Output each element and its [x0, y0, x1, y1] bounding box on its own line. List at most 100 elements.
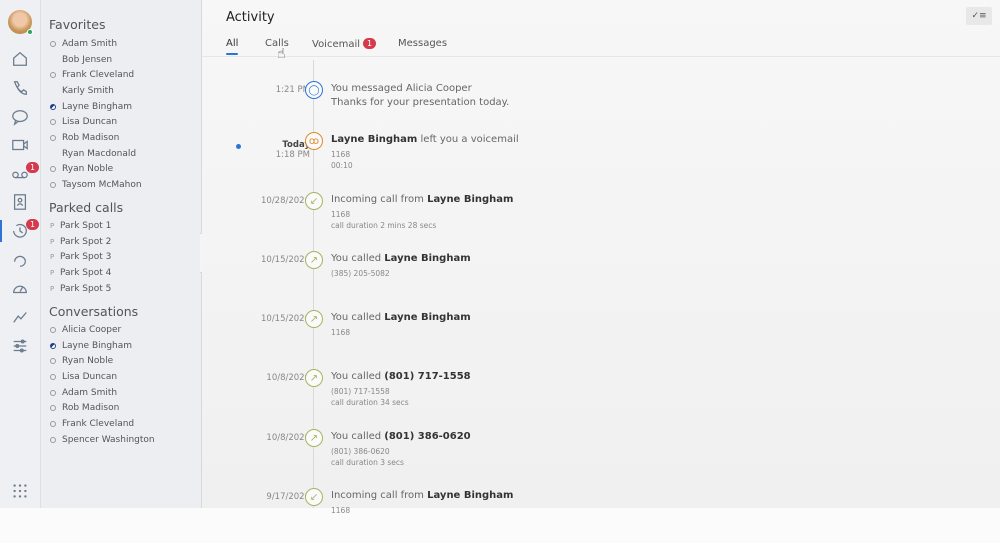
analytics-icon[interactable]: [10, 307, 30, 327]
item-label: Karly Smith: [62, 85, 114, 96]
contact-item[interactable]: Karly Smith: [50, 85, 114, 97]
online-status-icon: [27, 29, 33, 35]
presence-icon: [50, 134, 56, 141]
entry-date: 10/8/2020: [266, 433, 310, 443]
tab-all[interactable]: All: [226, 38, 238, 49]
entry-date: 9/17/2020: [266, 492, 310, 502]
tab-voicemail-label: Voicemail: [312, 39, 361, 50]
contact-item[interactable]: Frank Cleveland: [50, 69, 134, 81]
activity-entry[interactable]: 1:21 PM ◯ You messaged Alicia Cooper Thanks…: [202, 81, 1000, 136]
settings-sliders-icon[interactable]: [10, 336, 30, 356]
activity-entry[interactable]: 10/8/2020 ↗ You called (801) 717-1558 (801)…: [202, 369, 1000, 424]
item-label: Lisa Duncan: [62, 371, 118, 382]
entry-detail: 1168: [331, 506, 351, 515]
item-label: Rob Madison: [62, 403, 120, 414]
item-label: Adam Smith: [62, 387, 118, 398]
contact-item[interactable]: Taysom McMahon: [50, 179, 142, 191]
presence-icon: [50, 151, 56, 157]
activity-entry[interactable]: 10/15/2020 ↗ You called Layne Bingham (385)…: [202, 251, 1000, 306]
entry-detail: (801) 386-0620: [331, 447, 390, 456]
dashboard-icon[interactable]: [10, 278, 30, 298]
chat-icon[interactable]: [10, 107, 30, 127]
divider: [202, 56, 1000, 57]
parked-spot-item[interactable]: P Park Spot 1: [50, 220, 111, 232]
outgoing-icon: ↗: [305, 369, 323, 387]
item-label: Ryan Noble: [62, 356, 114, 367]
entry-time: 9/17/2020: [266, 492, 310, 502]
contact-item[interactable]: Rob Madison: [50, 132, 119, 144]
contact-item[interactable]: Adam Smith: [50, 387, 117, 399]
active-indicator: [0, 220, 2, 242]
incoming-icon: ↙: [305, 192, 323, 210]
contact-item[interactable]: Layne Bingham: [50, 101, 132, 113]
entry-time: 10/8/2020: [266, 373, 310, 383]
activity-entry[interactable]: 10/15/2020 ↗ You called Layne Bingham 1168: [202, 310, 1000, 365]
entry-detail: call duration 3 secs: [331, 458, 404, 467]
parked-spot-item[interactable]: P Park Spot 2: [50, 236, 111, 248]
outgoing-icon: ↗: [305, 429, 323, 447]
activity-entry[interactable]: Today 1:18 PM ꝏ Layne Bingham left you a vo…: [202, 132, 1000, 187]
contact-item[interactable]: Spencer Washington: [50, 434, 155, 446]
entry-detail: 1168: [331, 150, 351, 159]
contact-item[interactable]: Rob Madison: [50, 402, 119, 414]
entry-date: 10/28/2020: [261, 196, 310, 206]
item-label: Spencer Washington: [62, 434, 155, 445]
item-label: Ryan Macdonald: [62, 148, 137, 159]
parked-spot-item[interactable]: P Park Spot 4: [50, 267, 111, 279]
phone-icon[interactable]: [10, 78, 30, 98]
tab-messages[interactable]: Messages: [398, 38, 447, 49]
video-icon[interactable]: [10, 135, 30, 155]
entry-title: Incoming call from Layne Bingham: [331, 490, 513, 501]
item-label: Park Spot 1: [60, 221, 112, 231]
presence-icon: [50, 405, 56, 412]
tab-voicemail[interactable]: Voicemail 1: [312, 38, 377, 50]
presence-icon: [50, 72, 56, 79]
contact-item[interactable]: Layne Bingham: [50, 340, 132, 352]
item-label: Park Spot 5: [60, 283, 112, 294]
headset-icon[interactable]: [10, 250, 30, 270]
contact-item[interactable]: Ryan Noble: [50, 163, 113, 175]
favorites-heading: Favorites: [49, 17, 106, 32]
presence-icon: [50, 103, 56, 110]
item-label: Park Spot 4: [60, 267, 112, 278]
entry-time: 10/15/2020: [261, 255, 310, 265]
contact-item[interactable]: Lisa Duncan: [50, 116, 117, 128]
activity-entry[interactable]: 10/28/2020 ↙ Incoming call from Layne Bing…: [202, 192, 1000, 247]
parked-spot-item[interactable]: P Park Spot 5: [50, 283, 111, 295]
mouse-pointer-icon: ☝: [277, 46, 286, 62]
item-label: Rob Madison: [62, 132, 120, 143]
contact-item[interactable]: Bob Jensen: [50, 54, 112, 66]
title-contact: Layne Bingham: [384, 312, 471, 323]
parked-spot-item[interactable]: P Park Spot 3: [50, 251, 111, 263]
entry-title: You messaged Alicia Cooper: [331, 83, 472, 94]
contact-item[interactable]: Ryan Noble: [50, 355, 113, 367]
contact-item[interactable]: Adam Smith: [50, 38, 117, 50]
presence-icon: [50, 88, 56, 94]
apps-grid-icon[interactable]: [10, 481, 30, 501]
entry-detail: 00:10: [331, 161, 353, 170]
home-icon[interactable]: [10, 49, 30, 69]
contact-item[interactable]: Alicia Cooper: [50, 324, 121, 336]
presence-icon: [50, 181, 56, 188]
activity-main: Activity All Calls Voicemail 1 Messages ✓…: [202, 0, 1000, 515]
park-icon: P: [50, 284, 55, 293]
item-label: Taysom McMahon: [62, 179, 142, 190]
presence-icon: [50, 436, 56, 443]
contact-item[interactable]: Lisa Duncan: [50, 371, 117, 383]
mark-all-read-button[interactable]: ✓≡: [966, 7, 992, 25]
item-label: Frank Cleveland: [62, 418, 135, 429]
title-text: You called: [331, 371, 385, 382]
contact-item[interactable]: Ryan Macdonald: [50, 148, 136, 160]
conversations-heading: Conversations: [49, 304, 139, 319]
park-icon: P: [50, 237, 55, 246]
contact-item[interactable]: Frank Cleveland: [50, 418, 134, 430]
activity-entry[interactable]: 9/17/2020 ↙ Incoming call from Layne Bingh…: [202, 488, 1000, 543]
parked-calls-heading: Parked calls: [49, 200, 124, 215]
entry-detail: 1168: [331, 328, 351, 337]
activity-entry[interactable]: 10/8/2020 ↗ You called (801) 386-0620 (801)…: [202, 429, 1000, 484]
item-label: Layne Bingham: [62, 340, 133, 351]
contacts-icon[interactable]: [10, 192, 30, 212]
item-label: Bob Jensen: [62, 54, 113, 65]
history-badge: 1: [26, 219, 40, 230]
title-contact: Layne Bingham: [427, 194, 514, 205]
